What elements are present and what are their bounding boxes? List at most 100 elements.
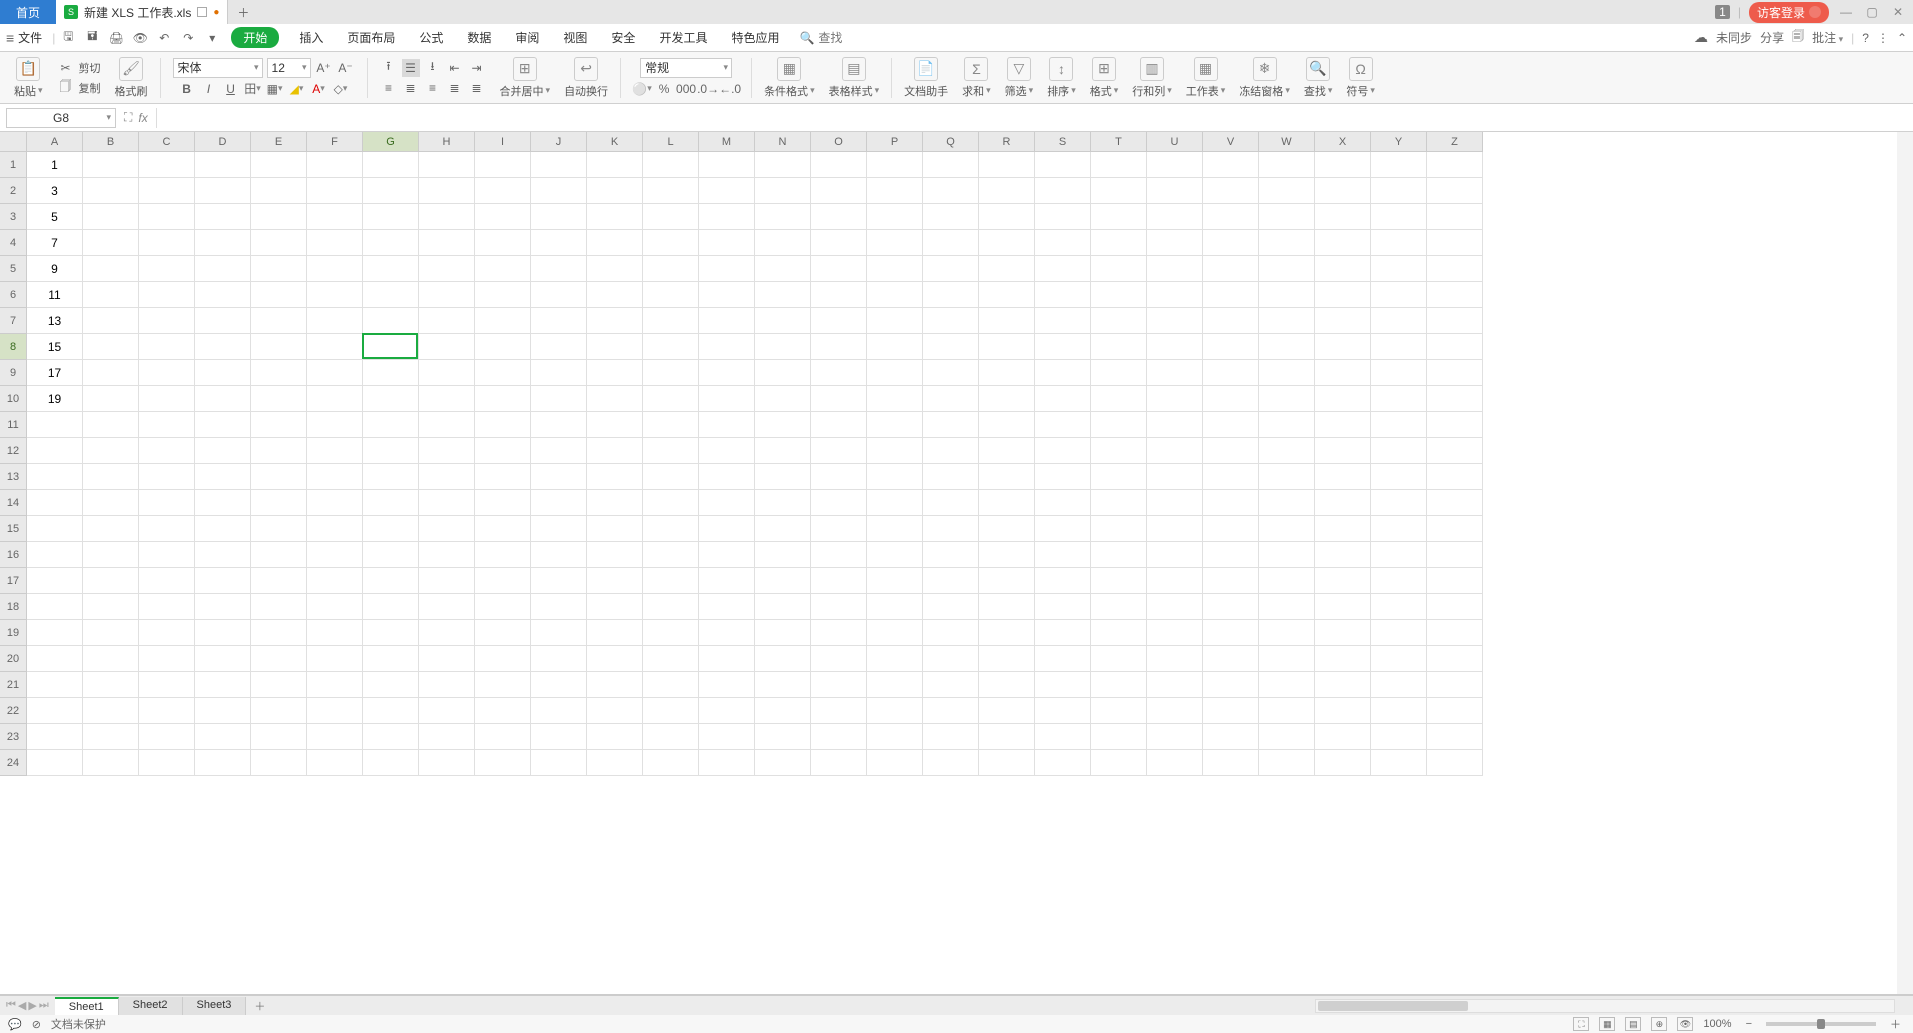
cell[interactable] [1371, 750, 1427, 776]
cell[interactable] [699, 152, 755, 178]
zoom-in-button[interactable]: ＋ [1886, 1016, 1905, 1032]
cell[interactable] [1427, 360, 1483, 386]
cell[interactable] [755, 646, 811, 672]
cell[interactable] [1259, 698, 1315, 724]
cell[interactable] [419, 360, 475, 386]
cell[interactable] [1315, 542, 1371, 568]
cell[interactable] [307, 178, 363, 204]
tab-developer[interactable]: 开发工具 [649, 25, 717, 50]
column-header[interactable]: O [811, 132, 867, 152]
cell[interactable] [1427, 672, 1483, 698]
cell[interactable] [1315, 178, 1371, 204]
redo-button[interactable]: ↷ [179, 29, 197, 47]
cell[interactable] [195, 724, 251, 750]
cell[interactable] [307, 464, 363, 490]
cell[interactable] [699, 646, 755, 672]
cell[interactable] [811, 204, 867, 230]
cell[interactable] [83, 750, 139, 776]
tab-insert[interactable]: 插入 [289, 25, 333, 50]
cell[interactable] [1371, 386, 1427, 412]
cell[interactable] [1035, 490, 1091, 516]
column-header[interactable]: B [83, 132, 139, 152]
cell[interactable] [587, 256, 643, 282]
freeze-icon[interactable]: ❄ [1253, 57, 1277, 81]
cell[interactable] [1427, 542, 1483, 568]
cell[interactable] [307, 282, 363, 308]
cell[interactable] [811, 594, 867, 620]
cell[interactable] [1315, 464, 1371, 490]
cell[interactable] [363, 204, 419, 230]
cell[interactable] [1259, 724, 1315, 750]
cell[interactable] [83, 152, 139, 178]
cell[interactable] [531, 204, 587, 230]
view-pagebreak-button[interactable]: ▤ [1625, 1017, 1641, 1031]
cell[interactable] [811, 386, 867, 412]
cell[interactable] [923, 672, 979, 698]
cell[interactable] [1259, 412, 1315, 438]
cell[interactable] [419, 178, 475, 204]
column-header[interactable]: N [755, 132, 811, 152]
cell[interactable] [27, 490, 83, 516]
cell[interactable] [811, 724, 867, 750]
limit-badge[interactable]: 1 [1715, 5, 1730, 19]
column-header[interactable]: S [1035, 132, 1091, 152]
cell[interactable] [587, 464, 643, 490]
cell[interactable]: 17 [27, 360, 83, 386]
cell[interactable] [419, 542, 475, 568]
cell[interactable] [363, 334, 419, 360]
cell[interactable] [1259, 360, 1315, 386]
cell[interactable] [1203, 334, 1259, 360]
cell[interactable] [755, 386, 811, 412]
cell[interactable] [363, 256, 419, 282]
file-menu[interactable]: 文件 [18, 29, 42, 46]
cell[interactable] [811, 646, 867, 672]
cell[interactable] [1091, 542, 1147, 568]
cell[interactable] [867, 542, 923, 568]
row-header[interactable]: 17 [0, 568, 27, 594]
cell[interactable] [1371, 152, 1427, 178]
cell[interactable] [1371, 308, 1427, 334]
cell[interactable] [1091, 230, 1147, 256]
zoom-slider[interactable] [1766, 1022, 1876, 1026]
cell[interactable] [1203, 204, 1259, 230]
cell[interactable] [195, 516, 251, 542]
cell[interactable] [531, 698, 587, 724]
column-header[interactable]: I [475, 132, 531, 152]
cell[interactable] [755, 438, 811, 464]
cell[interactable] [475, 334, 531, 360]
cell[interactable] [1035, 360, 1091, 386]
cell[interactable] [139, 672, 195, 698]
cell[interactable] [1147, 360, 1203, 386]
cell[interactable] [531, 724, 587, 750]
cell[interactable] [811, 542, 867, 568]
worksheet-icon[interactable]: ▦ [1194, 57, 1218, 81]
cell[interactable] [251, 672, 307, 698]
cell[interactable] [139, 542, 195, 568]
sheet-nav-next[interactable]: ▶ [28, 999, 36, 1012]
cell[interactable] [83, 438, 139, 464]
cell[interactable] [1259, 516, 1315, 542]
cell[interactable] [811, 178, 867, 204]
column-header[interactable]: U [1147, 132, 1203, 152]
help-button[interactable]: ? [1862, 31, 1869, 45]
cell[interactable] [1035, 282, 1091, 308]
cell[interactable] [1147, 386, 1203, 412]
cell[interactable] [587, 594, 643, 620]
cell[interactable] [699, 230, 755, 256]
table-style-icon[interactable]: ▤ [842, 57, 866, 81]
row-header[interactable]: 19 [0, 620, 27, 646]
cell[interactable] [979, 542, 1035, 568]
row-header[interactable]: 18 [0, 594, 27, 620]
cell[interactable] [867, 230, 923, 256]
cell[interactable] [307, 516, 363, 542]
status-protect-label[interactable]: 文档未保护 [51, 1016, 106, 1032]
cell[interactable] [1203, 568, 1259, 594]
cell[interactable] [475, 386, 531, 412]
cell[interactable] [1147, 594, 1203, 620]
cell[interactable] [195, 230, 251, 256]
symbol-button[interactable]: 符号 [1346, 83, 1375, 99]
cell[interactable] [139, 412, 195, 438]
cell[interactable] [643, 282, 699, 308]
cell[interactable] [1147, 230, 1203, 256]
cell[interactable] [139, 594, 195, 620]
